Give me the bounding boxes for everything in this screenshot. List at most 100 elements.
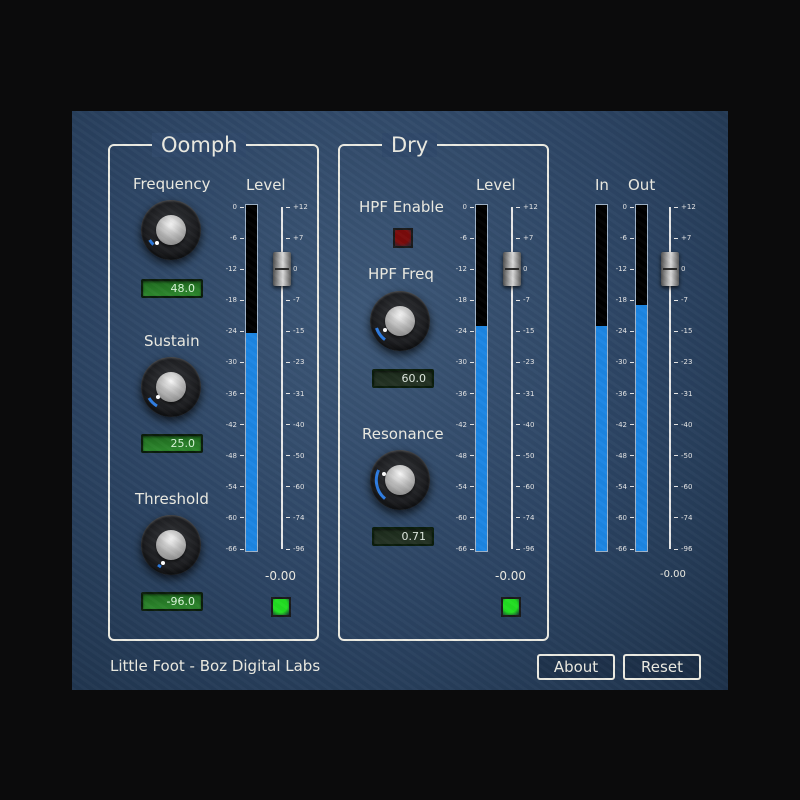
resonance-knob[interactable] bbox=[370, 450, 430, 510]
meter-scale-tick-label: -60 bbox=[456, 514, 474, 522]
fader-scale-tick-label: +7 bbox=[516, 234, 533, 242]
in-meter bbox=[595, 204, 608, 552]
io-meter-scale: 0 -6 -12 -18 -24 -30 -36 -42 -48 -54 -60 -66 bbox=[608, 203, 634, 553]
fader-scale-tick-label: -74 bbox=[674, 514, 692, 522]
frequency-display[interactable]: 48.0 bbox=[141, 279, 203, 298]
hpf-freq-display[interactable]: 60.0 bbox=[372, 369, 434, 388]
output-level-readout: -0.00 bbox=[660, 569, 686, 580]
sustain-display[interactable]: 25.0 bbox=[141, 434, 203, 453]
fader-scale-tick-label: -40 bbox=[516, 421, 534, 429]
fader-scale-tick-label: -31 bbox=[516, 390, 534, 398]
frequency-indicator-dot bbox=[155, 241, 159, 245]
fader-scale-tick-label: -23 bbox=[674, 358, 692, 366]
meter-scale-tick-label: -66 bbox=[616, 545, 634, 553]
fader-scale-tick-label: -15 bbox=[286, 327, 304, 335]
oomph-meter-fill bbox=[246, 333, 257, 551]
fader-scale-tick-label: -50 bbox=[674, 452, 692, 460]
fader-scale-tick-label: +7 bbox=[286, 234, 303, 242]
meter-scale-tick-label: -48 bbox=[616, 452, 634, 460]
fader-scale-tick-label: +12 bbox=[516, 203, 538, 211]
oomph-level-label: Level bbox=[246, 176, 286, 194]
meter-scale-tick-label: -54 bbox=[616, 483, 634, 491]
resonance-indicator-dot bbox=[382, 472, 386, 476]
meter-scale-tick-label: -30 bbox=[226, 358, 244, 366]
meter-scale-tick-label: -18 bbox=[616, 296, 634, 304]
meter-scale-tick-label: -6 bbox=[620, 234, 634, 242]
meter-scale-tick-label: -12 bbox=[616, 265, 634, 273]
threshold-knob-cap bbox=[156, 530, 186, 560]
meter-scale-tick-label: -18 bbox=[226, 296, 244, 304]
fader-scale-tick-label: -23 bbox=[516, 358, 534, 366]
resonance-display[interactable]: 0.71 bbox=[372, 527, 434, 546]
oomph-level-meter bbox=[245, 204, 258, 552]
dry-level-fader[interactable] bbox=[503, 251, 521, 286]
threshold-label: Threshold bbox=[135, 490, 209, 508]
sustain-knob[interactable] bbox=[141, 357, 201, 417]
threshold-knob[interactable] bbox=[141, 515, 201, 575]
reset-button[interactable]: Reset bbox=[623, 654, 701, 680]
in-label: In bbox=[595, 176, 609, 194]
meter-scale-tick-label: -6 bbox=[460, 234, 474, 242]
oomph-bypass-button[interactable] bbox=[271, 597, 291, 617]
fader-scale-tick-label: -7 bbox=[516, 296, 530, 304]
sustain-indicator-dot bbox=[156, 395, 160, 399]
meter-scale-tick-label: 0 bbox=[623, 203, 634, 211]
hpf-freq-label: HPF Freq bbox=[368, 265, 434, 283]
dry-level-label: Level bbox=[476, 176, 516, 194]
meter-scale-tick-label: -12 bbox=[456, 265, 474, 273]
frequency-knob-cap bbox=[156, 215, 186, 245]
fader-scale-tick-label: -31 bbox=[674, 390, 692, 398]
hpf-enable-label: HPF Enable bbox=[359, 198, 444, 216]
meter-scale-tick-label: -48 bbox=[226, 452, 244, 460]
hpf-freq-indicator-dot bbox=[383, 328, 387, 332]
fader-scale-tick-label: +12 bbox=[286, 203, 308, 211]
threshold-display[interactable]: -96.0 bbox=[141, 592, 203, 611]
meter-scale-tick-label: -48 bbox=[456, 452, 474, 460]
fader-scale-tick-label: -7 bbox=[286, 296, 300, 304]
meter-scale-tick-label: -36 bbox=[226, 390, 244, 398]
meter-scale-tick-label: -60 bbox=[226, 514, 244, 522]
fader-scale-tick-label: -23 bbox=[286, 358, 304, 366]
meter-scale-tick-label: -24 bbox=[226, 327, 244, 335]
meter-scale-tick-label: -42 bbox=[456, 421, 474, 429]
in-meter-fill bbox=[596, 326, 607, 551]
meter-scale-tick-label: -30 bbox=[456, 358, 474, 366]
meter-scale-tick-label: -60 bbox=[616, 514, 634, 522]
meter-scale-tick-label: -12 bbox=[226, 265, 244, 273]
meter-scale-tick-label: -6 bbox=[230, 234, 244, 242]
dry-meter-fill bbox=[476, 326, 487, 551]
resonance-label: Resonance bbox=[362, 425, 444, 443]
out-meter-fill bbox=[636, 305, 647, 551]
oomph-title: Oomph bbox=[152, 133, 247, 157]
fader-scale-tick-label: -40 bbox=[674, 421, 692, 429]
fader-scale-tick-label: -60 bbox=[286, 483, 304, 491]
meter-scale-tick-label: 0 bbox=[463, 203, 474, 211]
output-level-fader[interactable] bbox=[661, 251, 679, 286]
dry-bypass-button[interactable] bbox=[501, 597, 521, 617]
sustain-label: Sustain bbox=[144, 332, 200, 350]
fader-scale-tick-label: -74 bbox=[286, 514, 304, 522]
fader-scale-tick-label: -15 bbox=[674, 327, 692, 335]
meter-scale-tick-label: -24 bbox=[456, 327, 474, 335]
fader-scale-tick-label: -74 bbox=[516, 514, 534, 522]
dry-level-meter bbox=[475, 204, 488, 552]
fader-scale-tick-label: +12 bbox=[674, 203, 696, 211]
fader-scale-tick-label: +7 bbox=[674, 234, 691, 242]
oomph-level-fader[interactable] bbox=[273, 251, 291, 286]
meter-scale-tick-label: -36 bbox=[456, 390, 474, 398]
fader-scale-tick-label: -96 bbox=[674, 545, 692, 553]
fader-scale-tick-label: -40 bbox=[286, 421, 304, 429]
meter-scale-tick-label: -66 bbox=[226, 545, 244, 553]
about-button[interactable]: About bbox=[537, 654, 615, 680]
dry-meter-scale: 0 -6 -12 -18 -24 -30 -36 -42 -48 -54 -60 -66 bbox=[440, 203, 474, 553]
meter-scale-tick-label: -30 bbox=[616, 358, 634, 366]
dry-level-readout: -0.00 bbox=[495, 569, 527, 583]
dry-title: Dry bbox=[382, 133, 438, 157]
frequency-knob[interactable] bbox=[141, 200, 201, 260]
hpf-enable-button[interactable] bbox=[393, 228, 413, 248]
hpf-freq-knob[interactable] bbox=[370, 291, 430, 351]
meter-scale-tick-label: -42 bbox=[616, 421, 634, 429]
meter-scale-tick-label: 0 bbox=[233, 203, 244, 211]
meter-scale-tick-label: -54 bbox=[226, 483, 244, 491]
oomph-level-readout: -0.00 bbox=[265, 569, 297, 583]
